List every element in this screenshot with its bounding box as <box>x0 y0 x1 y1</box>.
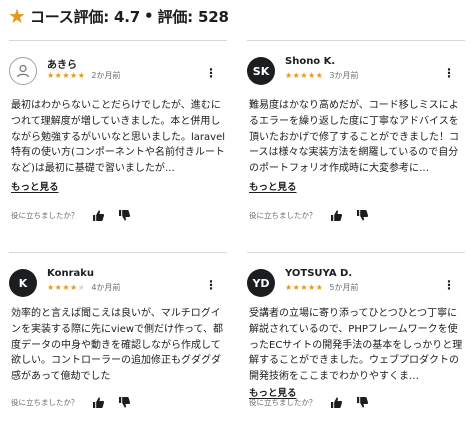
more-options-icon[interactable]: ⋮ <box>203 277 219 293</box>
reviewer-name: あきら <box>47 60 77 71</box>
separator-dot: • <box>143 7 154 25</box>
divider <box>9 252 227 253</box>
user-icon <box>16 64 30 78</box>
more-options-icon[interactable]: ⋮ <box>441 65 457 81</box>
rating-row: ★★★★★ 5か月前 <box>285 282 358 293</box>
rating-row: ★★★★★ 4か月前 <box>47 282 120 293</box>
thumbs-up-icon[interactable] <box>91 208 106 223</box>
helpful-row: 役に立ちましたか？ <box>11 208 132 223</box>
reviewer-name: Konraku <box>47 268 95 279</box>
star-icon: ★ <box>8 4 26 28</box>
review-text: 受講者の立場に寄り添ってひとつひとつ丁寧に解説されているので、PHPフレームワー… <box>249 308 463 383</box>
thumbs-down-icon[interactable] <box>355 395 370 410</box>
star-rating: ★★★★★ <box>285 283 324 292</box>
helpful-row: 役に立ちましたか？ <box>249 208 370 223</box>
helpful-row: 役に立ちましたか？ <box>249 395 370 410</box>
helpful-prompt: 役に立ちましたか？ <box>249 211 317 220</box>
review-text: 最初はわからないことだらけでしたが、進むにつれて理解度が増していきました。本と併… <box>11 100 225 175</box>
star-rating: ★★★★★ <box>47 71 86 80</box>
review-date: 4か月前 <box>91 283 121 292</box>
avatar: K <box>9 269 37 297</box>
review-date: 2か月前 <box>91 71 121 80</box>
review-date: 5か月前 <box>329 283 359 292</box>
thumbs-up-icon[interactable] <box>329 395 344 410</box>
review-date: 3か月前 <box>329 71 359 80</box>
review-text: 難易度はかなり高めだが、コード移しミスによるエラーを繰り返した度に丁寧なアドバイ… <box>249 100 459 175</box>
rating-row: ★★★★★ 2か月前 <box>47 70 120 81</box>
reviewer-name: Shono K. <box>285 56 336 67</box>
thumbs-up-icon[interactable] <box>329 208 344 223</box>
divider <box>9 40 227 41</box>
star-rating: ★★★★★ <box>285 71 324 80</box>
helpful-prompt: 役に立ちましたか？ <box>11 211 79 220</box>
rating-row: ★★★★★ 3か月前 <box>285 70 358 81</box>
thumbs-down-icon[interactable] <box>355 208 370 223</box>
helpful-prompt: 役に立ちましたか？ <box>249 398 317 407</box>
helpful-row: 役に立ちましたか？ <box>11 395 132 410</box>
thumbs-up-icon[interactable] <box>91 395 106 410</box>
read-more-link[interactable]: もっと見る <box>249 179 297 193</box>
course-rating-header: ★ コース評価: 4.7 • 評価: 528 <box>8 4 229 28</box>
course-rating: コース評価: 4.7 <box>29 7 140 26</box>
thumbs-down-icon[interactable] <box>117 395 132 410</box>
avatar: YD <box>247 269 275 297</box>
star-rating: ★★★★★ <box>47 283 86 292</box>
thumbs-down-icon[interactable] <box>117 208 132 223</box>
divider <box>247 252 465 253</box>
review-text: 効率的と言えば聞こえは良いが、マルチログインを実装する際に先にviewで側だけ作… <box>11 308 224 383</box>
avatar <box>9 57 37 85</box>
ratings-count: 評価: 528 <box>157 7 229 26</box>
more-options-icon[interactable]: ⋮ <box>441 277 457 293</box>
avatar: SK <box>247 57 275 85</box>
divider <box>247 40 465 41</box>
reviewer-name: YOTSUYA D. <box>285 268 353 279</box>
more-options-icon[interactable]: ⋮ <box>203 65 219 81</box>
helpful-prompt: 役に立ちましたか？ <box>11 398 79 407</box>
read-more-link[interactable]: もっと見る <box>11 179 59 193</box>
